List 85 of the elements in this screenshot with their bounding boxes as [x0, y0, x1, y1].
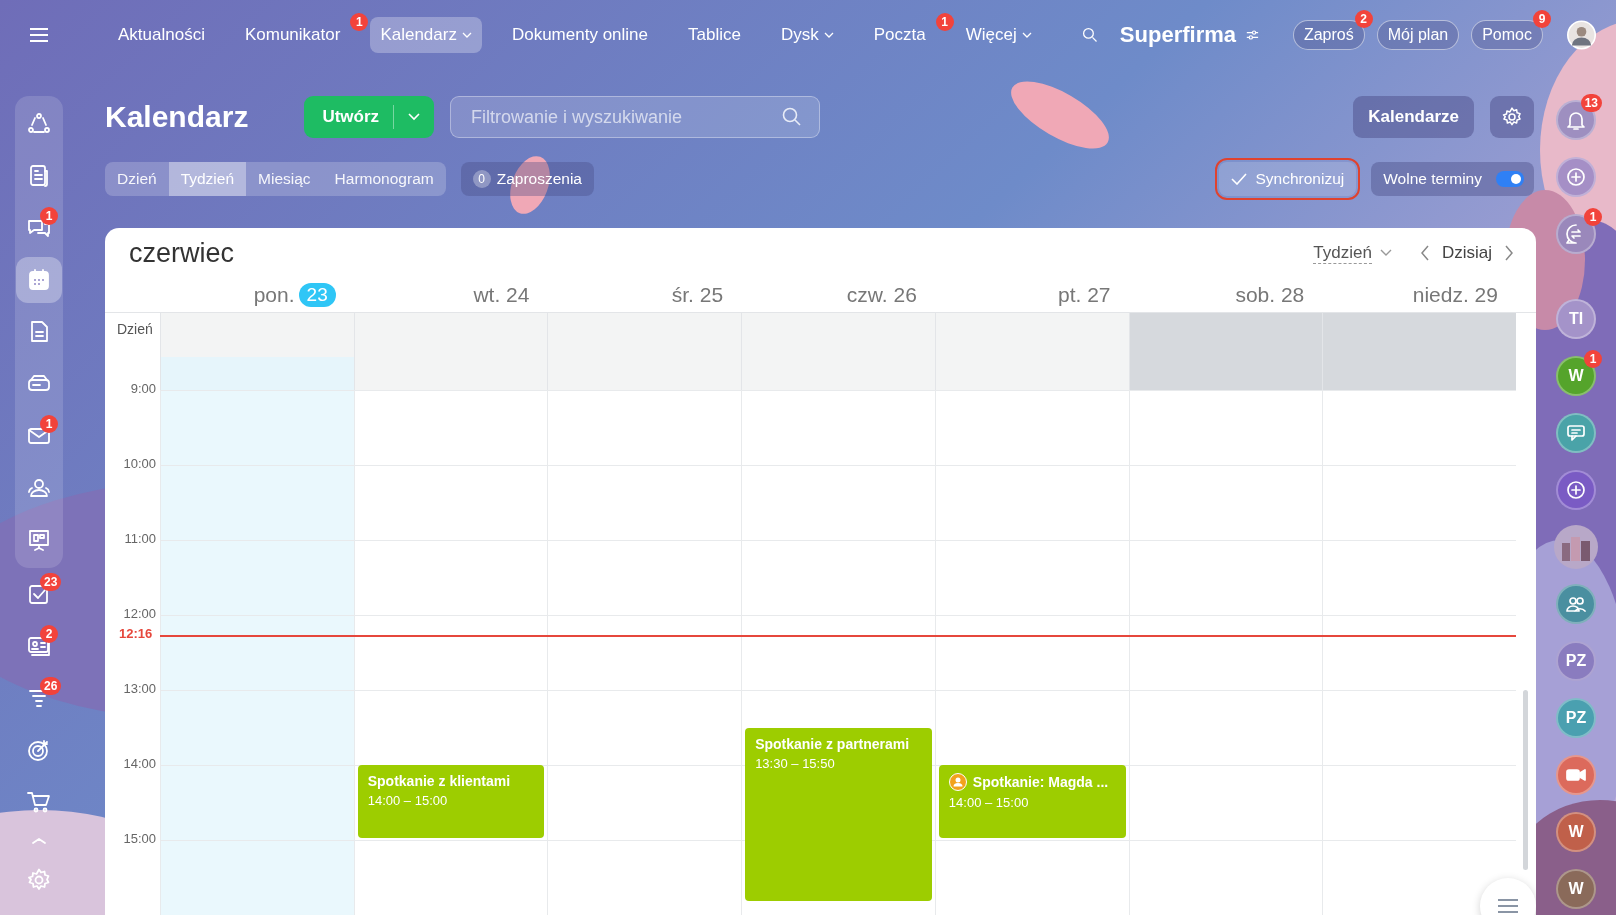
free-slots-label: Wolne terminy: [1383, 170, 1482, 188]
search-icon: [782, 107, 803, 127]
sidebar-item[interactable]: 1: [16, 413, 62, 459]
day-header: niedz. 29: [1412, 283, 1498, 307]
today-button[interactable]: Dzisiaj: [1441, 243, 1492, 263]
create-button[interactable]: Utwórz: [304, 96, 435, 138]
nav-tab[interactable]: Poczta: [863, 17, 936, 53]
month-title: czerwiec: [129, 237, 235, 269]
calendar-event[interactable]: Spotkanie z partnerami 13:30 – 15:50: [745, 727, 932, 901]
day-header: sob. 28: [1235, 283, 1305, 307]
view-dropdown[interactable]: Tydzień: [1313, 242, 1392, 264]
hour-label: 14:00: [123, 756, 156, 771]
event-time: 14:00 – 15:00: [367, 793, 449, 808]
event-title: Spotkanie z partnerami: [755, 735, 910, 752]
sidebar-item[interactable]: 1: [16, 205, 62, 251]
hour-label: 12:00: [123, 606, 156, 621]
day-header: pt. 27: [1058, 283, 1111, 307]
sidebar-item[interactable]: 26: [16, 675, 62, 721]
all-day-cell[interactable]: [1128, 313, 1323, 390]
hour-label: 9:00: [130, 381, 156, 396]
sidebar-item[interactable]: 23: [16, 571, 62, 617]
scrollbar[interactable]: [1523, 690, 1528, 870]
hour-label: 13:00: [123, 681, 156, 696]
list-icon: [1497, 899, 1519, 913]
all-day-cell[interactable]: [1322, 313, 1516, 390]
hour-label: 10:00: [123, 456, 156, 471]
day-header: pon.: [253, 283, 295, 307]
menu-icon: [29, 27, 49, 43]
calendars-button[interactable]: Kalendarze: [1353, 96, 1474, 138]
all-day-cell[interactable]: [934, 313, 1129, 390]
all-day-label: Dzień: [116, 320, 154, 337]
presentation-icon: [26, 527, 52, 553]
toggle-switch[interactable]: [1496, 171, 1524, 187]
today-date: 23: [298, 283, 336, 307]
previous-icon[interactable]: [1419, 245, 1430, 261]
hour-label: 11:00: [124, 531, 156, 546]
chevron-down-icon: [408, 113, 421, 121]
page-title: Kalendarz: [105, 100, 249, 134]
invitations-button[interactable]: 0 Zaproszenia: [460, 162, 594, 196]
settings-button[interactable]: [1490, 96, 1534, 138]
event-time: 13:30 – 15:50: [755, 755, 836, 771]
calendar-event[interactable]: Spotkanie z klientami 14:00 – 15:00: [357, 765, 545, 838]
view-tab[interactable]: Harmonogram: [322, 162, 446, 196]
all-day-cell[interactable]: [160, 313, 354, 390]
chevron-down-icon: [1021, 32, 1032, 38]
all-day-cell[interactable]: [547, 313, 742, 390]
avatar-icon[interactable]: [1567, 17, 1596, 53]
day-header: czw. 26: [846, 283, 917, 307]
nav-tab[interactable]: Tablice: [678, 17, 751, 53]
sidebar-item[interactable]: 2: [16, 623, 62, 669]
nav-tab[interactable]: Kalendarz: [370, 17, 482, 53]
hour-label: 15:00: [123, 831, 156, 846]
chevron-down-icon: [461, 32, 472, 38]
view-tab[interactable]: Dzień: [105, 162, 169, 196]
chevron-down-icon: [1379, 249, 1392, 257]
chat-icon: [1565, 422, 1587, 444]
event-title: Spotkanie z klientami: [367, 773, 511, 789]
nav-tab[interactable]: Więcej: [955, 17, 1042, 53]
sliders-icon[interactable]: [1246, 28, 1259, 42]
nav-tab[interactable]: Dysk: [770, 17, 844, 53]
nav-tab[interactable]: Komunikator: [234, 17, 351, 53]
event-title: Spotkanie: Magda ...: [972, 774, 1109, 790]
calendar-icon: [26, 267, 52, 293]
current-time: 12:16: [119, 626, 153, 641]
next-icon[interactable]: [1504, 245, 1514, 261]
cart-icon: [26, 789, 52, 815]
view-tab[interactable]: Miesiąc: [246, 162, 323, 196]
settings-icon: [1501, 106, 1523, 128]
sidebar-item[interactable]: [16, 257, 62, 303]
day-header: śr. 25: [671, 283, 724, 307]
all-day-cell[interactable]: [741, 313, 935, 390]
nav-tab[interactable]: Aktualności: [108, 17, 215, 53]
all-day-cell[interactable]: [353, 313, 548, 390]
company-name: Superfirma: [1119, 22, 1236, 48]
view-tab[interactable]: Tydzień: [168, 162, 247, 196]
calendar-event[interactable]: Spotkanie: Magda ... 14:00 – 15:00: [938, 765, 1126, 838]
person-icon: [948, 773, 967, 791]
bell-icon: [1565, 109, 1587, 131]
nav-tab[interactable]: Dokumenty online: [501, 17, 658, 53]
check-icon: [1231, 173, 1248, 185]
day-header: wt. 24: [473, 283, 530, 307]
settings-icon: [26, 867, 52, 893]
event-time: 14:00 – 15:00: [948, 795, 1030, 810]
chevron-down-icon: [823, 32, 834, 38]
header-button[interactable]: Mój plan: [1376, 20, 1460, 50]
